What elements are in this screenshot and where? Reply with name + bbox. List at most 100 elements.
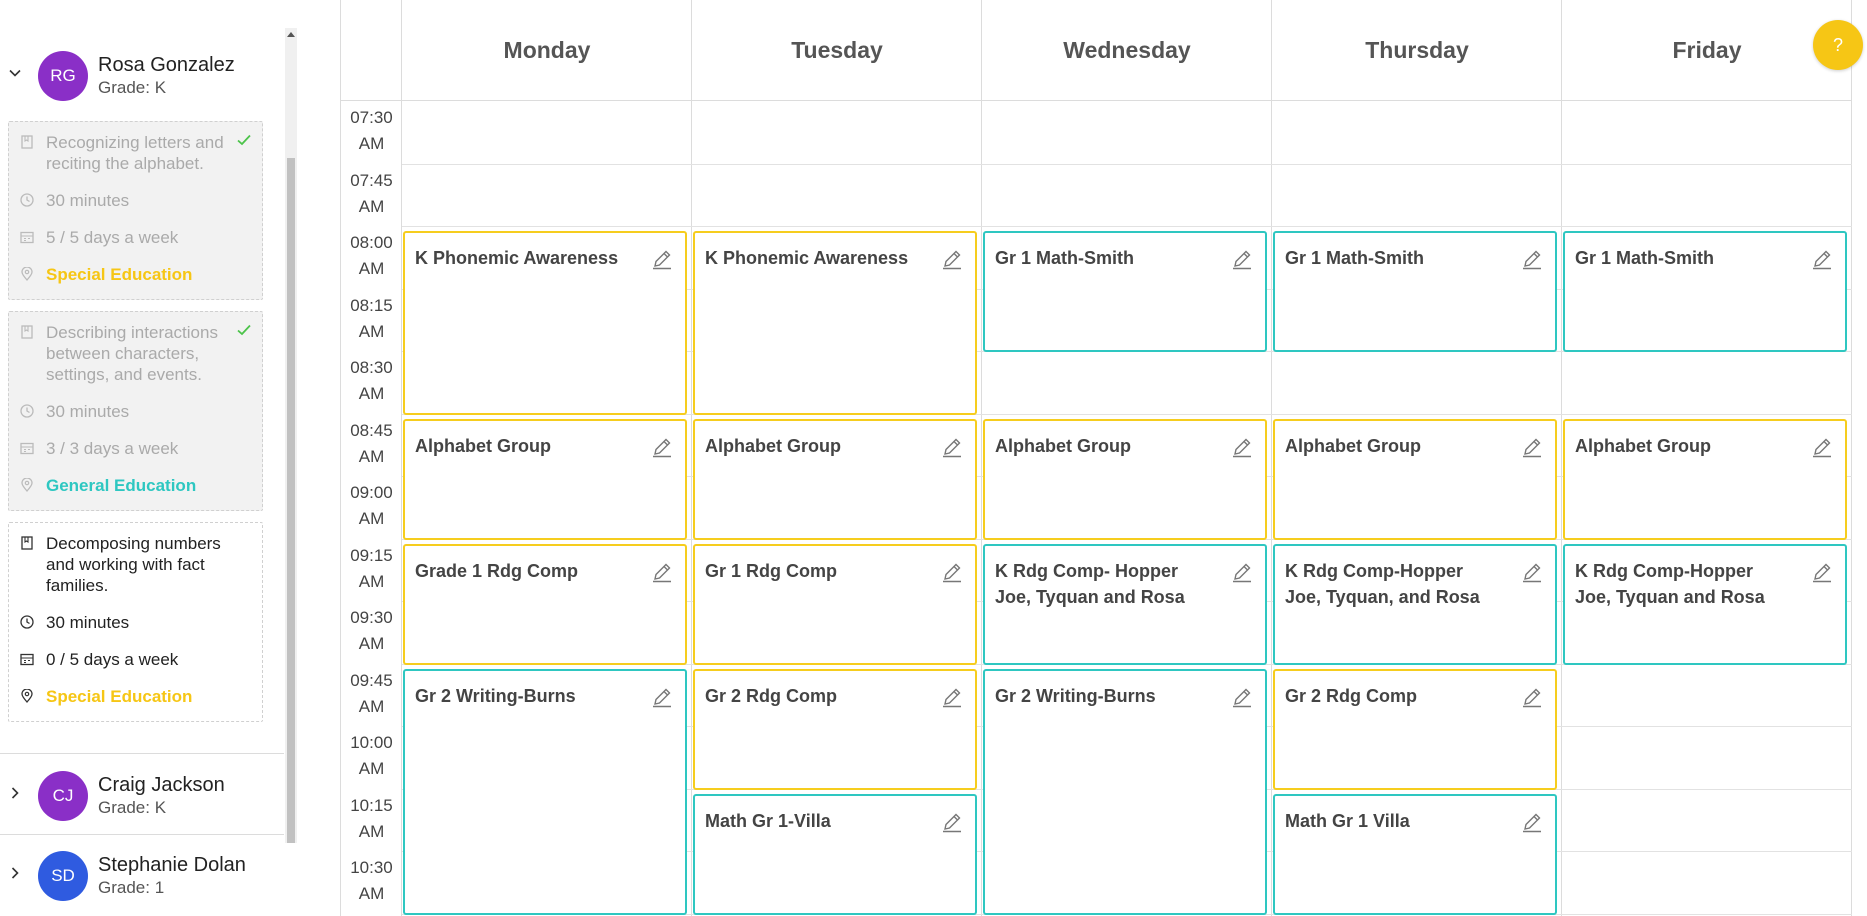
edit-pencil-icon[interactable] bbox=[1811, 561, 1833, 583]
edit-pencil-icon[interactable] bbox=[941, 811, 963, 833]
calendar-event[interactable]: Grade 1 Rdg Comp bbox=[403, 543, 687, 665]
time-label: 07:45 AM bbox=[350, 170, 393, 216]
edit-pencil-icon[interactable] bbox=[651, 561, 673, 583]
edit-pencil-icon[interactable] bbox=[1811, 248, 1833, 270]
calendar-event[interactable]: Alphabet Group bbox=[1563, 418, 1847, 540]
help-button[interactable]: ? bbox=[1813, 20, 1863, 70]
student-grade: Grade: K bbox=[98, 798, 167, 817]
edit-pencil-icon[interactable] bbox=[941, 248, 963, 270]
time-label: 08:15 AM bbox=[350, 295, 393, 341]
event-title: Gr 1 Math-Smith bbox=[1285, 248, 1425, 268]
chevron-right-icon[interactable] bbox=[8, 866, 22, 880]
check-icon bbox=[237, 324, 251, 336]
day-header: Tuesday bbox=[692, 0, 982, 101]
edit-pencil-icon[interactable] bbox=[1521, 248, 1543, 270]
goal-card[interactable]: Decomposing numbers and working with fac… bbox=[8, 522, 263, 722]
calendar-event[interactable]: Gr 2 Rdg Comp bbox=[1273, 668, 1557, 790]
student-header-stephanie[interactable]: SD Stephanie Dolan Grade: 1 bbox=[0, 834, 284, 916]
edit-pencil-icon[interactable] bbox=[651, 248, 673, 270]
calendar-event[interactable]: K Rdg Comp- Hopper Joe, Tyquan and Rosa bbox=[983, 543, 1267, 665]
event-title: Math Gr 1-Villa bbox=[705, 810, 831, 831]
clock-icon bbox=[20, 404, 34, 418]
chevron-down-icon[interactable] bbox=[8, 66, 22, 80]
scrollbar-thumb[interactable] bbox=[287, 158, 295, 843]
edit-pencil-icon[interactable] bbox=[1521, 811, 1543, 833]
event-title: K Rdg Comp-Hopper Joe, Tyquan and Rosa bbox=[1575, 560, 1765, 607]
event-title: Alphabet Group bbox=[1575, 435, 1711, 456]
student-grade: Grade: K bbox=[98, 78, 167, 97]
weekly-calendar: 07:30 AM 07:45 AM 08:00 AM 08:15 AM 08:30 AM 08:45… bbox=[340, 0, 1852, 916]
calendar-event[interactable]: Alphabet Group bbox=[983, 418, 1267, 540]
calendar-event[interactable]: Alphabet Group bbox=[693, 418, 977, 540]
event-title: Gr 2 Rdg Comp bbox=[1285, 685, 1418, 706]
goal-card[interactable]: Describing interactions between characte… bbox=[8, 311, 263, 511]
event-title: Gr 2 Writing-Burns bbox=[995, 685, 1156, 706]
event-title: Gr 1 Math-Smith bbox=[1575, 248, 1715, 268]
avatar: CJ bbox=[38, 771, 88, 821]
sidebar-scrollbar[interactable] bbox=[285, 28, 297, 843]
time-label: 09:00 AM bbox=[350, 483, 393, 528]
goal-setting: Special Education bbox=[46, 265, 193, 284]
calendar-event[interactable]: Alphabet Group bbox=[403, 418, 687, 540]
row-divider bbox=[402, 163, 1852, 165]
calendar-event[interactable]: Gr 1 Math-Smith bbox=[1273, 231, 1557, 352]
student-list: RG Rosa Gonzalez Grade: K Recognizing le… bbox=[0, 0, 284, 916]
edit-pencil-icon[interactable] bbox=[651, 436, 673, 458]
edit-pencil-icon[interactable] bbox=[941, 436, 963, 458]
time-label: 08:45 AM bbox=[350, 420, 393, 466]
clock-icon bbox=[20, 615, 34, 629]
calendar-event[interactable]: Gr 2 Rdg Comp bbox=[693, 668, 977, 790]
edit-pencil-icon[interactable] bbox=[1521, 561, 1543, 583]
time-label: 08:00 AM bbox=[350, 233, 393, 278]
header-corner bbox=[341, 0, 402, 101]
calendar-event[interactable]: Gr 2 Writing-Burns bbox=[403, 668, 687, 915]
edit-pencil-icon[interactable] bbox=[1231, 686, 1253, 708]
student-header-craig[interactable]: CJ Craig Jackson Grade: K bbox=[0, 753, 284, 835]
goal-title: Decomposing numbers and working with fac… bbox=[46, 534, 221, 595]
event-title: Gr 2 Writing-Burns bbox=[415, 685, 576, 706]
event-title: Alphabet Group bbox=[705, 435, 841, 456]
student-header-rosa[interactable]: RG Rosa Gonzalez Grade: K bbox=[0, 34, 284, 116]
time-label: 09:45 AM bbox=[350, 670, 393, 716]
calendar-event[interactable]: Gr 1 Math-Smith bbox=[1563, 231, 1847, 352]
time-label: 07:30 AM bbox=[350, 108, 393, 153]
avatar: SD bbox=[38, 851, 88, 901]
bookmark-icon bbox=[21, 135, 33, 149]
goal-card[interactable]: Recognizing letters and reciting the alp… bbox=[8, 121, 263, 300]
edit-pencil-icon[interactable] bbox=[941, 686, 963, 708]
event-title: Alphabet Group bbox=[415, 435, 551, 456]
location-pin-icon bbox=[21, 478, 33, 492]
event-title: K Rdg Comp-Hopper Joe, Tyquan, and Rosa bbox=[1285, 560, 1480, 607]
calendar-event[interactable]: Gr 1 Rdg Comp bbox=[693, 543, 977, 665]
calendar-event[interactable]: K Rdg Comp-Hopper Joe, Tyquan and Rosa bbox=[1563, 543, 1847, 665]
edit-pencil-icon[interactable] bbox=[651, 686, 673, 708]
clock-icon bbox=[20, 193, 34, 207]
calendar-event[interactable]: Alphabet Group bbox=[1273, 418, 1557, 540]
edit-pencil-icon[interactable] bbox=[1811, 436, 1833, 458]
calendar-event[interactable]: K Rdg Comp-Hopper Joe, Tyquan, and Rosa bbox=[1273, 543, 1557, 665]
time-label: 09:15 AM bbox=[350, 545, 393, 591]
location-pin-icon bbox=[21, 267, 33, 281]
calendar-event[interactable]: Math Gr 1 Villa bbox=[1273, 793, 1557, 915]
edit-pencil-icon[interactable] bbox=[1231, 561, 1253, 583]
calendar-event[interactable]: K Phonemic Awareness bbox=[693, 231, 977, 415]
time-label: 10:30 AM bbox=[350, 858, 393, 903]
time-label: 10:00 AM bbox=[350, 733, 393, 778]
calendar-event[interactable]: Math Gr 1-Villa bbox=[693, 793, 977, 915]
edit-pencil-icon[interactable] bbox=[1521, 686, 1543, 708]
calendar-event[interactable]: Gr 2 Writing-Burns bbox=[983, 668, 1267, 915]
time-label: 08:30 AM bbox=[350, 358, 393, 403]
calendar-event[interactable]: Gr 1 Math-Smith bbox=[983, 231, 1267, 352]
scroll-up-arrow-icon[interactable] bbox=[287, 32, 295, 37]
goal-frequency: 5 / 5 days a week bbox=[46, 228, 179, 247]
event-title: K Phonemic Awareness bbox=[415, 248, 619, 268]
event-title: Grade 1 Rdg Comp bbox=[415, 560, 579, 581]
edit-pencil-icon[interactable] bbox=[1231, 436, 1253, 458]
goal-title: Describing interactions between characte… bbox=[46, 323, 218, 384]
avatar: RG bbox=[38, 51, 88, 101]
edit-pencil-icon[interactable] bbox=[1521, 436, 1543, 458]
calendar-event[interactable]: K Phonemic Awareness bbox=[403, 231, 687, 415]
chevron-right-icon[interactable] bbox=[8, 786, 22, 800]
edit-pencil-icon[interactable] bbox=[941, 561, 963, 583]
edit-pencil-icon[interactable] bbox=[1231, 248, 1253, 270]
